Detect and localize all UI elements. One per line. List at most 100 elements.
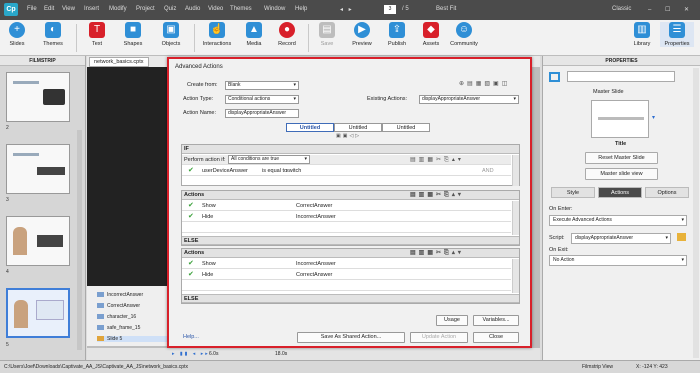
- condition-tools-icon[interactable]: ▤▥▦✂⎘▴▾: [410, 155, 464, 165]
- master-slide-view-button[interactable]: Master slide view: [585, 168, 658, 180]
- duration-display: 18.0s: [275, 351, 288, 357]
- library-button[interactable]: ▥ Library: [625, 22, 659, 47]
- save-button[interactable]: ▤ Save: [310, 22, 344, 47]
- else-action-row[interactable]: ✔ Hide CorrectAnswer: [182, 270, 511, 280]
- menu-quiz[interactable]: Quiz: [164, 6, 176, 12]
- action-row-empty[interactable]: [182, 223, 511, 233]
- tab-options[interactable]: Options: [645, 187, 689, 198]
- action-row[interactable]: ✔ Show CorrectAnswer: [182, 201, 511, 211]
- workspace-select[interactable]: Classic: [612, 6, 631, 12]
- tab-actions[interactable]: Actions: [598, 187, 642, 198]
- tab-style[interactable]: Style: [551, 187, 595, 198]
- actions-tools-icon[interactable]: ▤▥▦✂⎘▴▾: [410, 191, 464, 200]
- else-actions-tools-icon[interactable]: ▤▥▦✂⎘▴▾: [410, 249, 464, 258]
- menu-modify[interactable]: Modify: [109, 6, 127, 12]
- playback-controls-icon[interactable]: ▸ ▮▮ ◂ ▸▸: [172, 351, 210, 357]
- on-enter-select[interactable]: Execute Advanced Actions ▾: [549, 215, 687, 226]
- menu-edit[interactable]: Edit: [44, 6, 54, 12]
- interactions-button[interactable]: ☝ Interactions: [200, 22, 234, 47]
- menu-help[interactable]: Help: [295, 6, 307, 12]
- action-tools-icon[interactable]: ⊕▤▦▧▣◫: [459, 80, 510, 87]
- tab-decision-3[interactable]: Untitled: [382, 123, 430, 132]
- slide-nav-arrows-icon[interactable]: ◂ ▸: [340, 6, 354, 13]
- menu-project[interactable]: Project: [136, 6, 155, 12]
- zoom-select[interactable]: Best Fit: [436, 6, 456, 12]
- publish-button[interactable]: ⇪ Publish: [380, 22, 414, 47]
- preview-button[interactable]: ▶ Preview: [345, 22, 379, 47]
- menu-audio[interactable]: Audio: [185, 6, 200, 12]
- save-as-shared-action-button[interactable]: Save As Shared Action...: [297, 332, 405, 343]
- master-slide-thumbnail[interactable]: [591, 100, 649, 138]
- else-actions-scrollbar[interactable]: [512, 259, 519, 293]
- media-button[interactable]: ▲ Media: [237, 22, 271, 47]
- usage-button[interactable]: Usage: [436, 315, 468, 326]
- action-target: IncorrectAnswer: [296, 261, 336, 267]
- text-button[interactable]: T Text: [80, 22, 114, 47]
- filmstrip-panel: FILMSTRIP 2 3 4 5: [0, 56, 86, 360]
- tab-decision-1[interactable]: Untitled: [286, 123, 334, 132]
- else-footer-header: ELSE: [182, 294, 519, 303]
- slide-name-field[interactable]: [567, 71, 675, 82]
- page-number-field[interactable]: 3: [384, 5, 396, 14]
- else-action-row[interactable]: ✔ Show IncorrectAnswer: [182, 259, 511, 269]
- else-action-row-empty[interactable]: [182, 281, 511, 291]
- menu-file[interactable]: File: [27, 6, 37, 12]
- script-label: Script:: [549, 235, 565, 241]
- timeline-row[interactable]: safe_frame_15: [97, 325, 140, 331]
- script-select[interactable]: displayAppropriateAnswer ▾: [571, 233, 671, 244]
- folder-icon[interactable]: [677, 233, 686, 241]
- variables-button[interactable]: Variables...: [473, 315, 519, 326]
- master-dropdown-icon[interactable]: ▾: [652, 114, 655, 121]
- community-button[interactable]: ☺ Community: [447, 22, 481, 47]
- action-target: CorrectAnswer: [296, 272, 333, 278]
- themes-button[interactable]: ◐ Themes: [36, 22, 70, 47]
- document-tab[interactable]: network_basics.cptx: [89, 57, 149, 67]
- reset-master-slide-button[interactable]: Reset Master Slide: [585, 152, 658, 164]
- action-command: Show: [202, 203, 216, 209]
- actions-scrollbar[interactable]: [512, 201, 519, 235]
- properties-button[interactable]: ☰ Properties: [660, 22, 694, 47]
- properties-scrollbar[interactable]: [693, 68, 699, 358]
- timeline-row-selected[interactable]: Slide 5: [97, 336, 169, 342]
- action-type-select[interactable]: Conditional actions ▾: [225, 95, 299, 104]
- help-link[interactable]: Help...: [183, 334, 199, 340]
- action-name-input[interactable]: displayAppropriateAnswer: [225, 109, 299, 118]
- slide-canvas[interactable]: [87, 67, 167, 287]
- assets-button[interactable]: ◆ Assets: [414, 22, 448, 47]
- status-bar: C:\Users\Joef\Downloads\Captivate_AA_JS\…: [0, 360, 700, 373]
- perform-condition-select[interactable]: All conditions are true ▾: [228, 155, 310, 164]
- slide-thumbnail[interactable]: [6, 72, 70, 122]
- decision-nav-icon[interactable]: ▣▣◁▷: [336, 133, 361, 139]
- existing-actions-select[interactable]: displayAppropriateAnswer ▾: [419, 95, 519, 104]
- update-action-button[interactable]: Update Action: [410, 332, 468, 343]
- menu-insert[interactable]: Insert: [84, 6, 99, 12]
- create-from-value: Blank: [228, 82, 241, 88]
- slide-thumbnail-selected[interactable]: [6, 288, 70, 338]
- timeline-row[interactable]: IncorrectAnswer: [97, 292, 143, 298]
- action-row[interactable]: ✔ Hide IncorrectAnswer: [182, 212, 511, 222]
- menu-view[interactable]: View: [62, 6, 75, 12]
- menu-video[interactable]: Video: [208, 6, 223, 12]
- shapes-button[interactable]: ■ Shapes: [116, 22, 150, 47]
- close-button[interactable]: Close: [473, 332, 519, 343]
- timeline-row[interactable]: character_16: [97, 314, 136, 320]
- record-button[interactable]: ● Record: [270, 22, 304, 47]
- slide-thumbnail[interactable]: [6, 216, 70, 266]
- assets-icon: ◆: [423, 22, 439, 38]
- timeline-row[interactable]: CorrectAnswer: [97, 303, 140, 309]
- slide-thumbnail[interactable]: [6, 144, 70, 194]
- tab-decision-2[interactable]: Untitled: [334, 123, 382, 132]
- objects-button[interactable]: ▣ Objects: [154, 22, 188, 47]
- slides-button[interactable]: + Slides: [0, 22, 34, 47]
- menu-window[interactable]: Window: [264, 6, 285, 12]
- filmstrip-scrollbar[interactable]: [77, 130, 82, 350]
- existing-actions-value: displayAppropriateAnswer: [422, 96, 481, 102]
- if-scrollbar[interactable]: [512, 155, 519, 186]
- on-exit-label: On Exit:: [549, 247, 569, 253]
- condition-row[interactable]: ✔ userDeviceAnswer is equal to switch AN…: [182, 166, 511, 176]
- save-label: Save: [320, 41, 334, 47]
- window-controls-icon[interactable]: – ☐ ✕: [648, 6, 695, 13]
- on-exit-select[interactable]: No Action ▾: [549, 255, 687, 266]
- create-from-select[interactable]: Blank ▾: [225, 81, 299, 90]
- menu-themes[interactable]: Themes: [230, 6, 252, 12]
